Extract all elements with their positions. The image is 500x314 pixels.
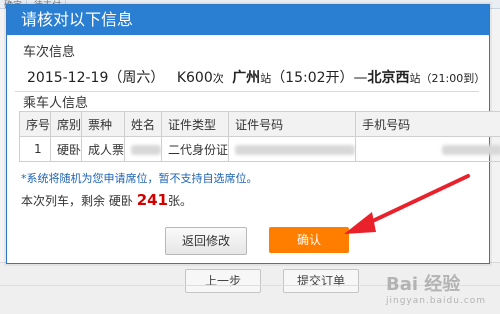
watermark-text: Bai 经验 [386,274,460,295]
watermark-sub: jingyan.baidu.com [386,296,486,306]
watermark-logo: Bai 经验 jingyan.baidu.com [386,270,486,306]
annotation-arrow-icon [0,0,500,313]
